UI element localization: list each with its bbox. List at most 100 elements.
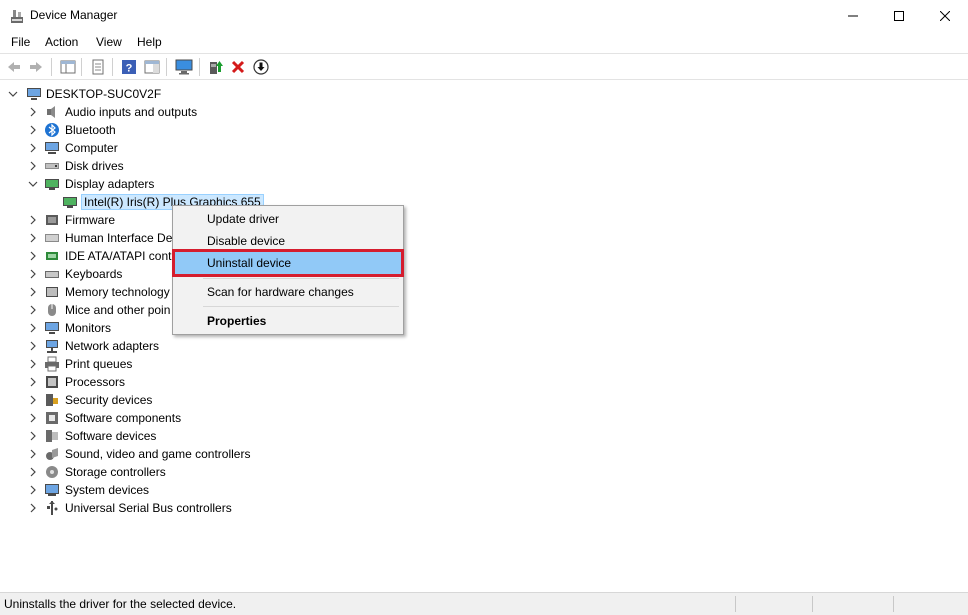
status-divider (812, 596, 813, 612)
tree-category-label: Bluetooth (65, 123, 116, 137)
menu-file[interactable]: File (11, 35, 30, 49)
view-toolbar-button[interactable] (142, 57, 162, 77)
status-bar: Uninstalls the driver for the selected d… (0, 592, 968, 615)
chevron-right-icon[interactable] (28, 161, 38, 171)
chevron-right-icon[interactable] (28, 359, 38, 369)
tree-category-label: IDE ATA/ATAPI contr (65, 249, 176, 263)
maximize-icon (894, 10, 904, 21)
tree-category-label: Sound, video and game controllers (65, 447, 251, 461)
update-driver-icon (210, 61, 223, 74)
keyboard-icon (45, 271, 59, 278)
chevron-right-icon[interactable] (28, 143, 38, 153)
chevron-right-icon[interactable] (28, 305, 38, 315)
svg-text:?: ? (126, 63, 133, 75)
computer-icon (45, 142, 59, 154)
chevron-right-icon[interactable] (28, 269, 38, 279)
chevron-right-icon[interactable] (28, 323, 38, 333)
tree-category[interactable]: Audio inputs and outputs (28, 103, 328, 121)
chevron-right-icon[interactable] (28, 125, 38, 135)
chevron-right-icon[interactable] (28, 449, 38, 459)
tree-category-label: Human Interface Dev (65, 231, 179, 245)
close-button[interactable] (922, 0, 968, 31)
menu-action[interactable]: Action (45, 35, 78, 49)
tree-category-label: System devices (65, 483, 150, 497)
tree-category[interactable]: Software devices (28, 427, 328, 445)
tree-category[interactable]: Storage controllers (28, 463, 328, 481)
update-driver-toolbar-button[interactable] (205, 57, 225, 77)
chevron-right-icon[interactable] (28, 431, 38, 441)
context-uninstall-device[interactable]: Uninstall device (172, 249, 404, 277)
chevron-down-icon[interactable] (28, 179, 38, 189)
chevron-right-icon[interactable] (28, 341, 38, 351)
display-adapter-icon (45, 179, 59, 190)
root-label: DESKTOP-SUC0V2F (46, 87, 162, 101)
tree-category-label: Memory technology (65, 285, 170, 299)
tree-category[interactable]: Security devices (28, 391, 328, 409)
chevron-right-icon[interactable] (28, 377, 38, 387)
tree-category[interactable]: Universal Serial Bus controllers (28, 499, 328, 517)
chevron-right-icon[interactable] (28, 395, 38, 405)
minimize-icon (848, 15, 858, 16)
menu-bar: File Action View Help (0, 31, 968, 53)
tree-category[interactable]: Display adapters (28, 175, 328, 193)
display-adapter-icon (63, 197, 77, 208)
tree-category-label: Storage controllers (65, 465, 166, 479)
help-toolbar-button[interactable]: ? (119, 57, 139, 77)
uninstall-toolbar-button[interactable] (228, 57, 248, 77)
chevron-right-icon[interactable] (28, 503, 38, 513)
tree-category[interactable]: Sound, video and game controllers (28, 445, 328, 463)
chevron-right-icon[interactable] (28, 107, 38, 117)
tree-category[interactable]: Network adapters (28, 337, 328, 355)
tree-root-node[interactable]: DESKTOP-SUC0V2F (8, 85, 208, 103)
disable-device-toolbar-button[interactable] (251, 57, 271, 77)
chevron-right-icon[interactable] (28, 485, 38, 495)
down-arrow-circle-icon (253, 59, 269, 75)
chevron-down-icon[interactable] (8, 89, 18, 99)
minimize-button[interactable] (830, 0, 876, 31)
status-divider (735, 596, 736, 612)
toolbar: ? (0, 53, 968, 80)
context-separator (203, 306, 399, 307)
tree-category[interactable]: System devices (28, 481, 328, 499)
tree-category-label: Software components (65, 411, 182, 425)
tree-category[interactable]: Bluetooth (28, 121, 328, 139)
tree-category-label: Mice and other poin (65, 303, 171, 317)
context-uninstall-device-label: Uninstall device (207, 256, 292, 270)
chevron-right-icon[interactable] (28, 413, 38, 423)
tree-category[interactable]: Processors (28, 373, 328, 391)
chevron-right-icon[interactable] (28, 467, 38, 477)
context-disable-device[interactable]: Disable device (175, 230, 401, 252)
context-update-driver[interactable]: Update driver (175, 208, 401, 230)
tree-category[interactable]: Disk drives (28, 157, 328, 175)
security-device-icon (46, 394, 58, 406)
chevron-right-icon[interactable] (28, 233, 38, 243)
chevron-right-icon[interactable] (28, 251, 38, 261)
context-disable-device-label: Disable device (207, 234, 286, 248)
printer-icon (45, 356, 59, 372)
toolbar-separator (199, 58, 200, 76)
tree-category[interactable]: Computer (28, 139, 328, 157)
forward-button[interactable] (26, 57, 46, 77)
red-x-uninstall-icon (231, 60, 245, 74)
back-button[interactable] (4, 57, 24, 77)
tree-category[interactable]: Print queues (28, 355, 328, 373)
view-pane-icon (144, 60, 160, 74)
tree-category-label: Processors (65, 375, 126, 389)
menu-view[interactable]: View (96, 35, 122, 49)
toolbar-separator (166, 58, 167, 76)
properties-toolbar-button[interactable] (88, 57, 108, 77)
maximize-button[interactable] (876, 0, 922, 31)
toolbar-separator (112, 58, 113, 76)
show-hide-console-tree-button[interactable] (58, 57, 78, 77)
chevron-right-icon[interactable] (28, 215, 38, 225)
memory-icon (46, 287, 58, 297)
software-device-icon (46, 430, 58, 442)
menu-help[interactable]: Help (137, 35, 162, 49)
tree-category-label: Display adapters (65, 177, 155, 191)
scan-hardware-toolbar-button[interactable] (174, 57, 194, 77)
tree-category[interactable]: Software components (28, 409, 328, 427)
chevron-right-icon[interactable] (28, 287, 38, 297)
context-properties[interactable]: Properties (175, 310, 401, 332)
back-arrow-icon (8, 62, 20, 72)
context-scan-hardware[interactable]: Scan for hardware changes (175, 281, 401, 303)
